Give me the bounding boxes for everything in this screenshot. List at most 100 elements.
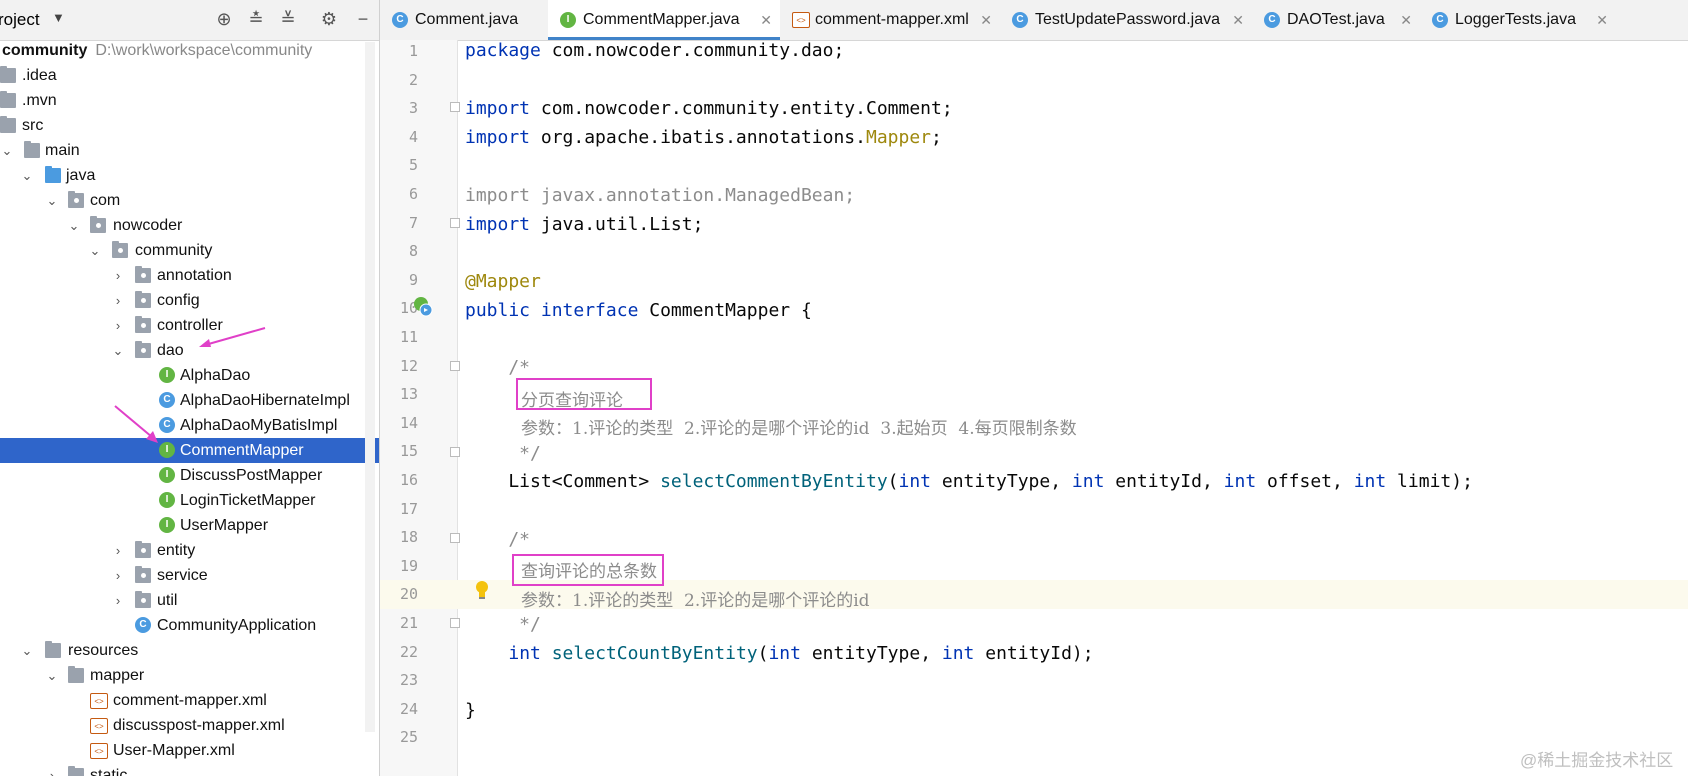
xml-file-icon: <> (90, 693, 108, 709)
class-icon: C (135, 617, 151, 633)
line-number: 13 (399, 385, 418, 404)
code-line-24: } (465, 700, 476, 721)
fold-marker[interactable] (450, 218, 460, 228)
close-icon[interactable]: ✕ (980, 0, 992, 40)
chevron-down-icon[interactable]: ⌄ (88, 238, 102, 263)
line-number: 8 (408, 242, 418, 261)
tree-item-label: DiscussPostMapper (180, 467, 323, 484)
tree-item-community[interactable]: community D:\work\workspace\community (0, 38, 379, 63)
line-number: 21 (399, 614, 418, 632)
tree-item-controller[interactable]: › controller (0, 313, 379, 338)
xml-icon: <> (792, 12, 810, 28)
fold-marker[interactable] (450, 102, 460, 112)
tab-comment-mapper-xml[interactable]: <> comment-mapper.xml ✕ (780, 0, 1000, 40)
tree-item-nowcoder[interactable]: ⌄ nowcoder (0, 213, 379, 238)
tree-item-dao[interactable]: ⌄ dao (0, 338, 379, 363)
chevron-right-icon[interactable]: › (111, 263, 125, 288)
chevron-right-icon[interactable]: › (111, 288, 125, 313)
close-icon[interactable]: ✕ (1232, 0, 1244, 40)
tree-item-label: annotation (157, 267, 232, 284)
chevron-down-icon[interactable]: ▼ (52, 10, 65, 25)
fold-marker[interactable] (450, 618, 460, 628)
tree-item-usermapper[interactable]: I UserMapper (0, 513, 379, 538)
chevron-down-icon[interactable]: ⌄ (67, 213, 81, 238)
chevron-right-icon[interactable]: › (111, 588, 125, 613)
watermark: @稀土掘金技术社区 (1520, 751, 1674, 770)
tree-item-alphadaohibernateimpl[interactable]: C AlphaDaoHibernateImpl (0, 388, 379, 413)
tree-item-commentmapper[interactable]: I CommentMapper (0, 438, 379, 463)
tree-item-static[interactable]: › static (0, 763, 379, 776)
folder-icon (68, 666, 84, 683)
tree-item-label: java (66, 167, 96, 184)
line-number: 14 (399, 413, 418, 432)
tab-label: Comment.java (415, 11, 519, 28)
fold-marker[interactable] (450, 361, 460, 371)
tree-item-comment-mapper-xml[interactable]: <> comment-mapper.xml (0, 688, 379, 713)
folder-icon (68, 766, 84, 776)
package-icon (135, 316, 151, 333)
tree-item-label: entity (157, 542, 196, 559)
tree-item-com[interactable]: ⌄ com (0, 188, 379, 213)
line-number: 3 (408, 99, 418, 118)
package-icon (135, 566, 151, 583)
hide-icon[interactable]: − (352, 8, 374, 30)
close-icon[interactable]: ✕ (1596, 0, 1608, 40)
gear-icon[interactable]: ⚙ (318, 8, 340, 30)
close-icon[interactable]: ✕ (1400, 0, 1412, 40)
test-class-icon: C (1432, 12, 1448, 28)
tree-item-loginticketmapper[interactable]: I LoginTicketMapper (0, 488, 379, 513)
tab-daotest-java[interactable]: C DAOTest.java ✕ (1252, 0, 1420, 40)
tree-item-java[interactable]: ⌄ java (0, 163, 379, 188)
project-view-title[interactable]: roject (0, 10, 40, 30)
tree-item-src[interactable]: src (0, 113, 379, 138)
code-line-1: package com.nowcoder.community.dao; (465, 40, 845, 61)
tree-item-service[interactable]: › service (0, 563, 379, 588)
tab-commentmapper-java[interactable]: I CommentMapper.java ✕ (548, 0, 780, 40)
expand-all-icon[interactable]: ≛ (245, 8, 267, 30)
tree-item-main[interactable]: ⌄ main (0, 138, 379, 163)
tab-testupdatepassword-java[interactable]: C TestUpdatePassword.java ✕ (1000, 0, 1252, 40)
chevron-down-icon[interactable]: ⌄ (20, 163, 34, 188)
tree-item-user-mapper-xml[interactable]: <> User-Mapper.xml (0, 738, 379, 763)
chevron-down-icon[interactable]: ⌄ (20, 638, 34, 663)
tree-item-label: util (157, 592, 178, 609)
tree-item-community[interactable]: ⌄ community (0, 238, 379, 263)
tree-item-resources[interactable]: ⌄ resources (0, 638, 379, 663)
tree-item-discusspost-mapper-xml[interactable]: <> discusspost-mapper.xml (0, 713, 379, 738)
chevron-right-icon[interactable]: › (111, 563, 125, 588)
tree-item-discusspostmapper[interactable]: I DiscussPostMapper (0, 463, 379, 488)
tree-item-config[interactable]: › config (0, 288, 379, 313)
tab-comment-java[interactable]: C Comment.java (380, 0, 548, 40)
chevron-down-icon[interactable]: ⌄ (0, 138, 14, 163)
xml-file-icon: <> (90, 718, 108, 734)
line-number: 16 (399, 471, 418, 489)
tree-item-alphadao[interactable]: I AlphaDao (0, 363, 379, 388)
code-line-12: /* (465, 357, 531, 378)
chevron-right-icon[interactable]: › (111, 313, 125, 338)
locate-icon[interactable]: ⊕ (213, 8, 235, 30)
tree-item-util[interactable]: › util (0, 588, 379, 613)
fold-marker[interactable] (450, 533, 460, 543)
collapse-all-icon[interactable]: ≚ (277, 8, 299, 30)
lightbulb-icon[interactable] (475, 580, 489, 600)
tree-item--mvn[interactable]: .mvn (0, 88, 379, 113)
implemented-by-icon[interactable] (413, 296, 433, 318)
scrollbar[interactable] (365, 42, 375, 732)
fold-marker[interactable] (450, 447, 460, 457)
chevron-right-icon[interactable]: › (45, 763, 59, 776)
chevron-down-icon[interactable]: ⌄ (45, 663, 59, 688)
tree-item--idea[interactable]: .idea (0, 63, 379, 88)
chevron-right-icon[interactable]: › (111, 538, 125, 563)
tree-item-communityapplication[interactable]: C CommunityApplication (0, 613, 379, 638)
tree-item-alphadaomybatisimpl[interactable]: C AlphaDaoMyBatisImpl (0, 413, 379, 438)
tree-item-annotation[interactable]: › annotation (0, 263, 379, 288)
tree-item-entity[interactable]: › entity (0, 538, 379, 563)
test-class-icon: C (1264, 12, 1280, 28)
tab-label: LoggerTests.java (1455, 11, 1576, 28)
chevron-down-icon[interactable]: ⌄ (111, 338, 125, 363)
chevron-down-icon[interactable]: ⌄ (45, 188, 59, 213)
tab-loggertests-java[interactable]: C LoggerTests.java ✕ (1420, 0, 1616, 40)
tree-item-mapper[interactable]: ⌄ mapper (0, 663, 379, 688)
close-icon[interactable]: ✕ (760, 0, 772, 40)
class-icon: C (392, 12, 408, 28)
